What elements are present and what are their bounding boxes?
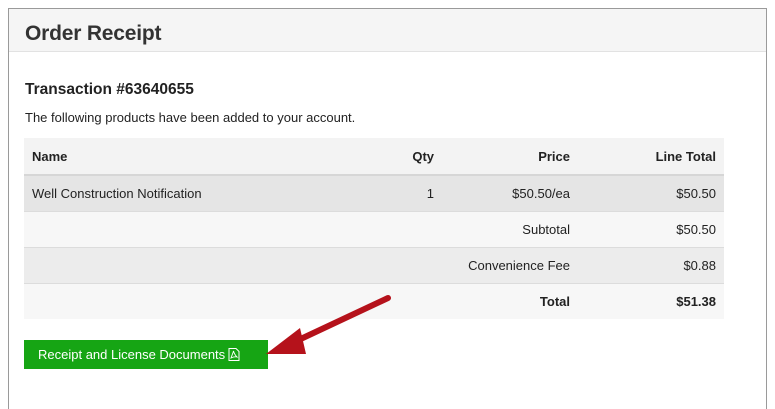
item-qty: 1 bbox=[324, 174, 442, 211]
receipt-documents-label: Receipt and License Documents bbox=[38, 347, 226, 362]
total-value: $51.38 bbox=[578, 282, 724, 319]
fee-label: Convenience Fee bbox=[324, 246, 578, 283]
annotation-arrow bbox=[266, 295, 391, 354]
column-header-qty: Qty bbox=[324, 138, 442, 176]
column-header-price: Price bbox=[442, 138, 578, 176]
receipt-documents-button[interactable]: Receipt and License Documents bbox=[24, 340, 268, 369]
column-header-name: Name bbox=[24, 138, 324, 176]
column-header-line-total: Line Total bbox=[578, 138, 724, 176]
table-row-subtotal: Subtotal $50.50 bbox=[24, 210, 724, 247]
table-row-fee: Convenience Fee $0.88 bbox=[24, 246, 724, 283]
table-header-row: Name Qty Price Line Total bbox=[24, 138, 724, 176]
table-row-item: Well Construction Notification 1 $50.50/… bbox=[24, 174, 724, 211]
pdf-file-icon bbox=[228, 342, 240, 371]
transaction-description: The following products have been added t… bbox=[25, 110, 356, 125]
subtotal-label: Subtotal bbox=[442, 210, 578, 247]
transaction-title: Transaction #63640655 bbox=[25, 81, 194, 98]
page-title: Order Receipt bbox=[25, 22, 162, 45]
subtotal-value: $50.50 bbox=[578, 210, 724, 247]
item-price: $50.50/ea bbox=[442, 174, 578, 211]
item-line-total: $50.50 bbox=[578, 174, 724, 211]
item-name: Well Construction Notification bbox=[24, 174, 324, 211]
fee-value: $0.88 bbox=[578, 246, 724, 283]
total-label: Total bbox=[442, 282, 578, 319]
